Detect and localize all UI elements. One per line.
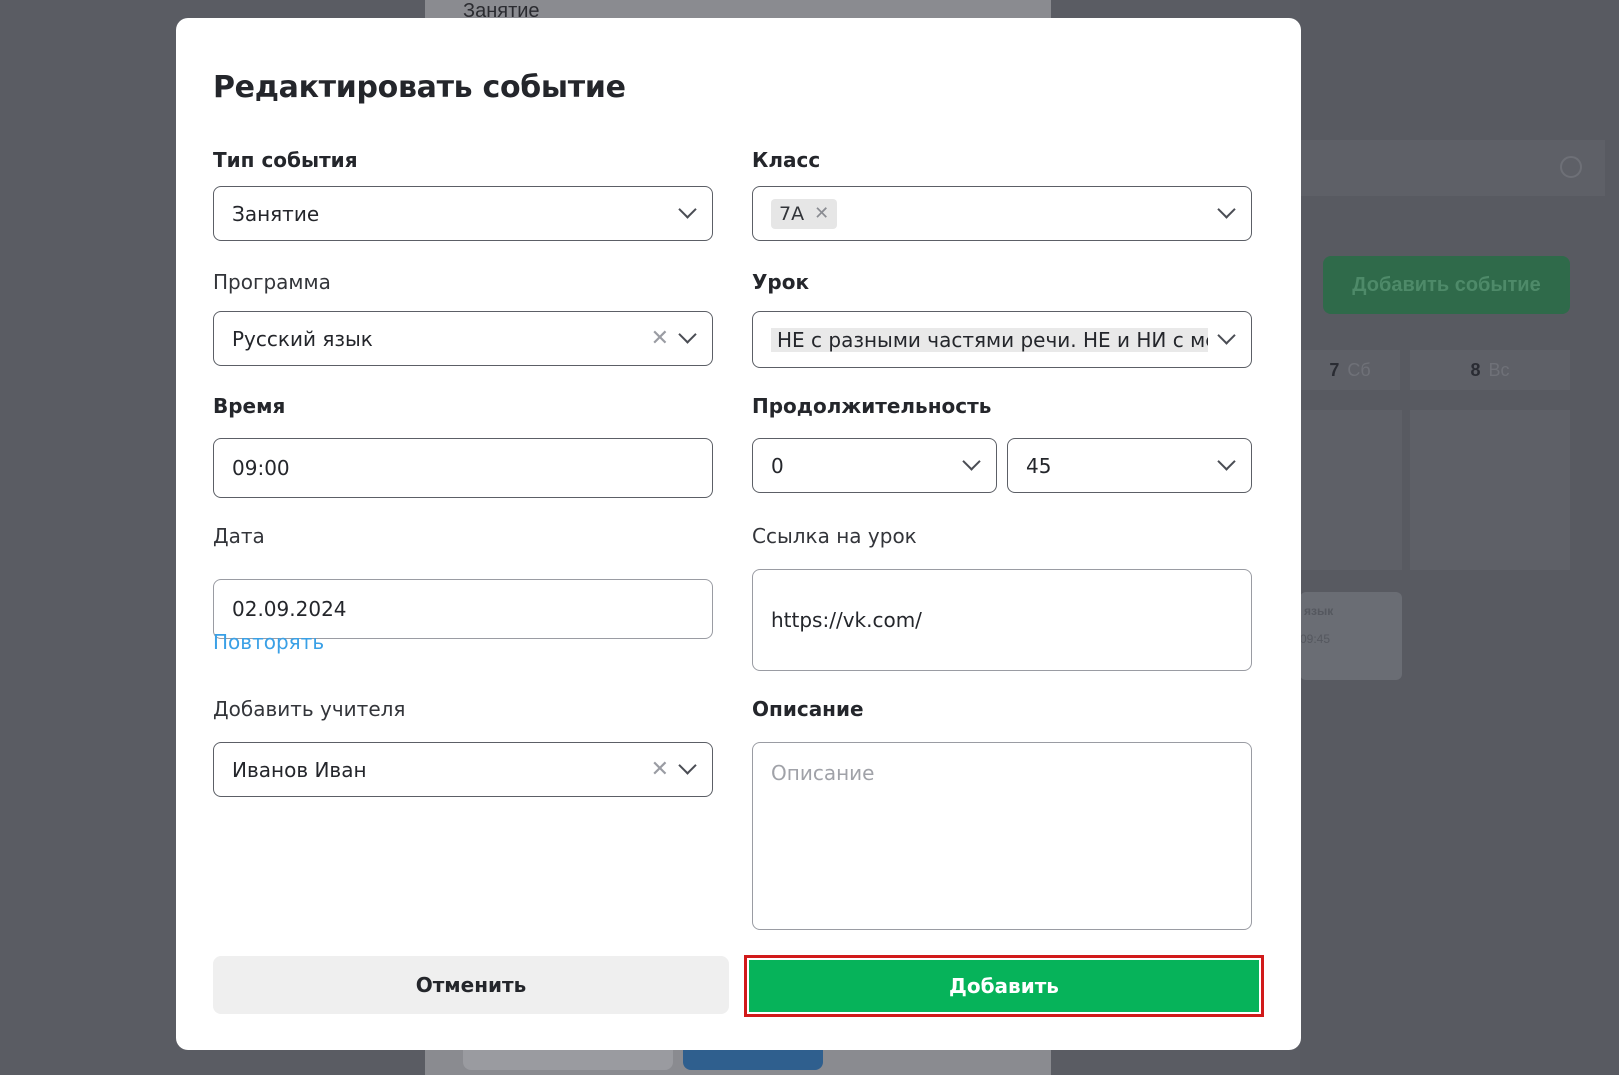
chevron-down-icon (678, 325, 697, 344)
time-label: Время (213, 394, 286, 418)
teacher-value: Иванов Иван (232, 757, 367, 782)
description-textarea[interactable]: Описание (752, 742, 1252, 930)
event-type-select[interactable]: Занятие (213, 186, 713, 241)
event-type-value: Занятие (232, 201, 320, 226)
edit-event-modal: Редактировать событие Тип события Заняти… (176, 18, 1301, 1050)
class-label: Класс (752, 148, 821, 172)
add-button-highlight: Добавить (744, 955, 1264, 1017)
event-type-label: Тип события (213, 148, 358, 172)
description-label: Описание (752, 697, 864, 721)
duration-minutes-value: 45 (1026, 453, 1052, 478)
program-value: Русский язык (232, 326, 373, 351)
class-select[interactable]: 7А ✕ (752, 186, 1252, 241)
background-day-header: 7 Сб (1300, 350, 1400, 390)
background-calendar-cell (1300, 410, 1402, 570)
duration-hours-select[interactable]: 0 (752, 438, 997, 493)
background-calendar-event: язык 09:45 (1300, 592, 1402, 680)
chevron-down-icon (678, 756, 697, 775)
program-label: Программа (213, 270, 331, 294)
class-tag: 7А ✕ (771, 198, 838, 229)
modal-title: Редактировать событие (213, 70, 626, 105)
chevron-down-icon (1217, 326, 1236, 345)
search-icon (1560, 156, 1582, 178)
background-calendar-cell (1410, 410, 1570, 570)
lesson-value: НЕ с разными частями речи. НЕ и НИ с мес… (771, 327, 1208, 352)
duration-minutes-select[interactable]: 45 (1007, 438, 1252, 493)
teacher-select[interactable]: Иванов Иван ✕ (213, 742, 713, 797)
clear-icon[interactable]: ✕ (651, 758, 669, 781)
background-add-event-button: Добавить событие (1323, 256, 1570, 314)
chevron-down-icon (1217, 452, 1236, 471)
program-select[interactable]: Русский язык ✕ (213, 311, 713, 366)
date-value: 02.09.2024 (232, 597, 347, 621)
lesson-link-label: Ссылка на урок (752, 524, 917, 548)
time-value: 09:00 (232, 456, 290, 480)
chevron-down-icon (962, 452, 981, 471)
lesson-label: Урок (752, 270, 810, 294)
background-day-header: 8 Вс (1410, 350, 1570, 390)
clear-icon[interactable]: ✕ (651, 327, 669, 350)
duration-hours-value: 0 (771, 453, 784, 478)
add-button[interactable]: Добавить (749, 960, 1259, 1012)
chevron-down-icon (1217, 200, 1236, 219)
chevron-down-icon (678, 200, 697, 219)
lesson-link-input[interactable]: https://vk.com/ (752, 569, 1252, 671)
repeat-link[interactable]: Повторять (213, 630, 324, 654)
lesson-select[interactable]: НЕ с разными частями речи. НЕ и НИ с мес… (752, 311, 1252, 368)
remove-tag-icon[interactable]: ✕ (814, 203, 829, 224)
teacher-label: Добавить учителя (213, 697, 406, 721)
lesson-link-value: https://vk.com/ (771, 608, 922, 632)
date-label: Дата (213, 524, 265, 548)
time-input[interactable]: 09:00 (213, 438, 713, 498)
cancel-button[interactable]: Отменить (213, 956, 729, 1014)
duration-label: Продолжительность (752, 394, 992, 418)
